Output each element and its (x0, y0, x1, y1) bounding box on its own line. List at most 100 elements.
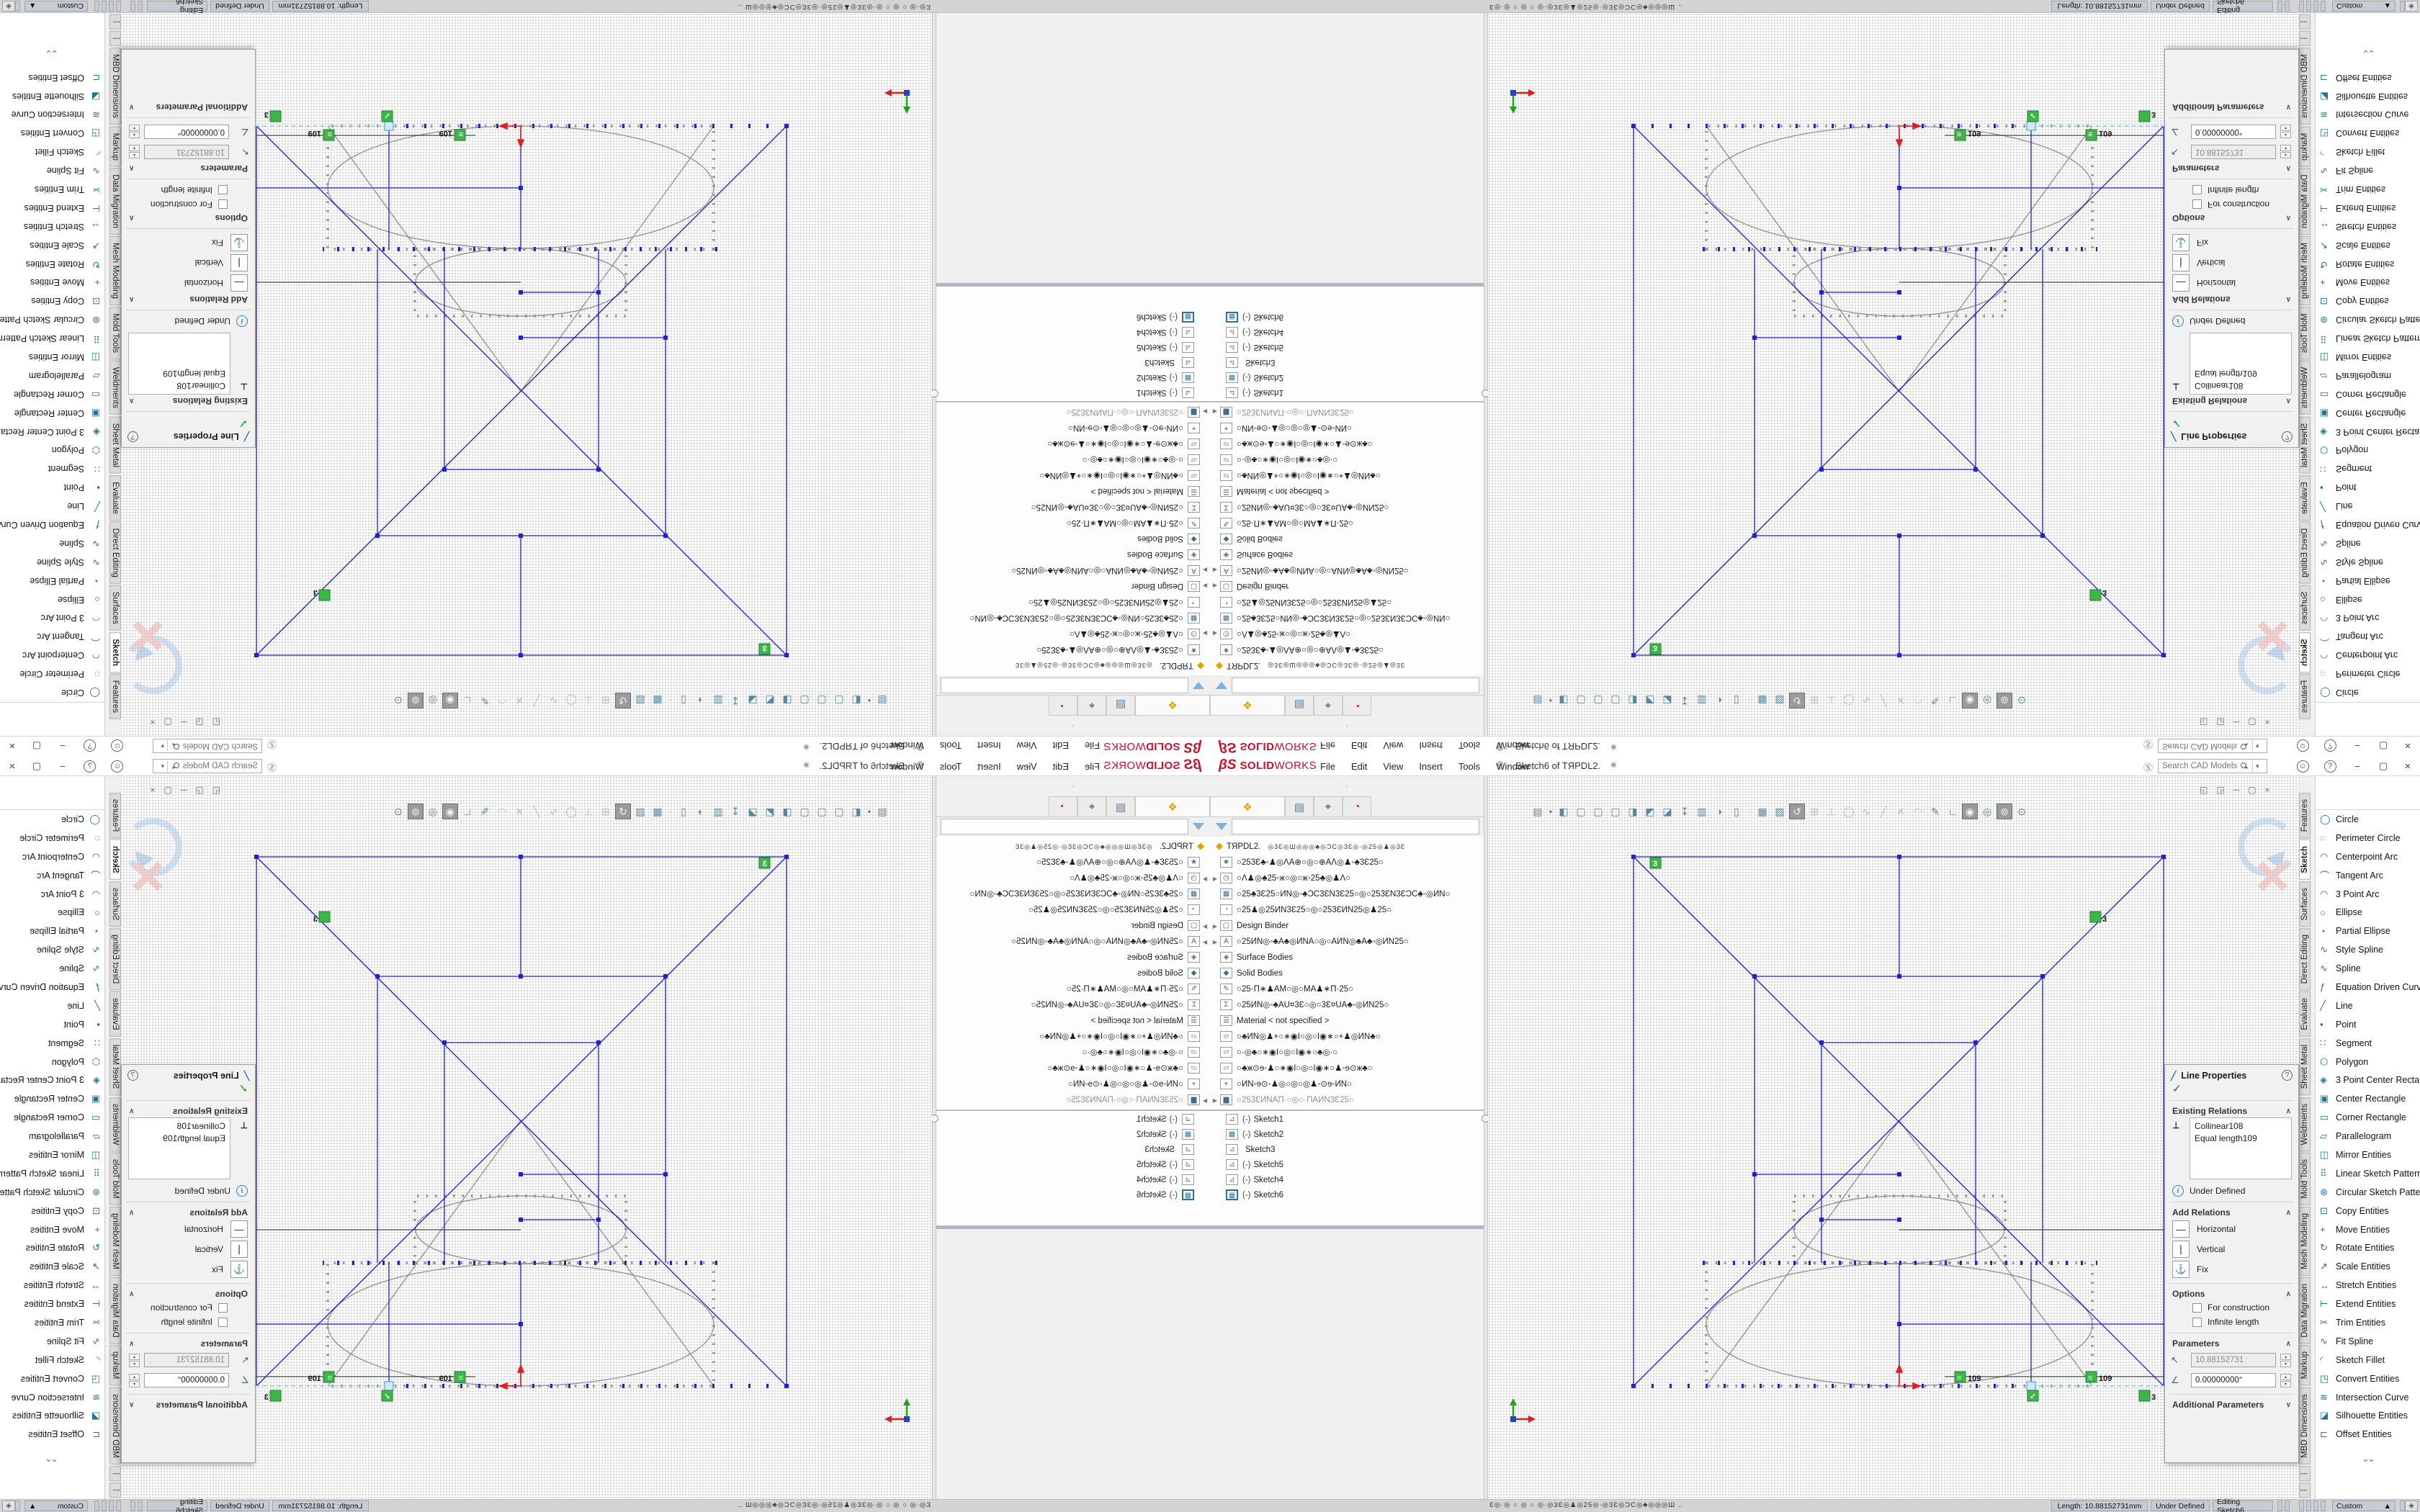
parameters-header[interactable]: Parameters∧ (122, 1337, 255, 1350)
tool-item[interactable]: ⬡ Polygon (2316, 1053, 2420, 1071)
tool-item[interactable]: ƒ Equation Driven Curve (0, 978, 104, 996)
relation-button-icon[interactable]: — (2172, 1220, 2190, 1238)
collapse-icon[interactable]: ∧ (2286, 215, 2291, 222)
tree-item[interactable]: ⌖○ИN◦ɘ⊙◦♟◎○◎○◎♟◦⊙ɘ◦ИN○ (1210, 1076, 1484, 1092)
checkbox[interactable] (218, 1318, 228, 1327)
relation-button-icon[interactable]: — (230, 1220, 248, 1238)
expand-arrow-icon[interactable]: ▶ (1210, 935, 1220, 950)
checkbox[interactable] (2192, 1303, 2202, 1313)
search-box[interactable]: ▾ (153, 739, 262, 753)
add-relations-header[interactable]: Add Relations∧ (122, 1206, 255, 1219)
feature-manager-tab[interactable]: ▤ (1285, 796, 1314, 816)
tree-item[interactable]: ◔○25♟◎25ИN3Ɛ25○◎○253ƐИN25◎♟25○ (1210, 902, 1484, 918)
tree-sketch-item[interactable]: ⊿(-)Sketch5 (1210, 339, 1484, 354)
expand-icon[interactable]: ∨ (2286, 104, 2291, 112)
menu-item[interactable]: Tools (932, 761, 969, 772)
expand-arrow-icon[interactable]: ▶ (1210, 562, 1220, 577)
checkbox[interactable] (2192, 1318, 2202, 1327)
tree-sketch-item[interactable]: ⊿(-)Sketch5 (1210, 1158, 1484, 1173)
menu-item[interactable]: View (1375, 741, 1411, 752)
tool-item[interactable]: ◠ Centerpoint Arc (0, 646, 104, 665)
tool-item[interactable]: ⊏ Offset Entities (2316, 68, 2420, 87)
solidworks-corner-icon[interactable]: ◈ (2, 1500, 15, 1511)
feature-manager-tab[interactable]: ❖ (1135, 696, 1210, 716)
tool-item[interactable]: ↔ Stretch Entities (0, 1276, 104, 1295)
tool-item[interactable]: ◜ Sketch Fillet (0, 1351, 104, 1369)
panel-help-icon[interactable]: ? (127, 1070, 138, 1081)
command-manager-tab[interactable]: Mesh Modeling (109, 236, 121, 305)
pin-icon[interactable]: ⚲ (916, 760, 923, 771)
panel-grip[interactable]: ◦ (936, 716, 1210, 736)
tree-item[interactable]: ◔○25♟◎25ИN3Ɛ25○◎○253ƐИN25◎♟25○ (936, 594, 1210, 610)
parameters-header[interactable]: Parameters∧ (122, 162, 255, 175)
tool-item[interactable]: ◈ 3 Point Center Recta... (0, 1071, 104, 1089)
command-manager-tab[interactable]: Mesh Modeling (2299, 1207, 2311, 1276)
tool-item[interactable]: ∿ Style Spline (0, 553, 104, 572)
command-manager-tab[interactable]: ⁞ (2299, 1482, 2311, 1498)
tool-item[interactable]: ◜ Sketch Fillet (0, 143, 104, 161)
search-dropdown-icon[interactable]: ▾ (161, 741, 168, 752)
command-manager-tab[interactable]: Direct Editing (109, 928, 121, 990)
collapse-icon[interactable]: ∧ (2286, 1107, 2291, 1115)
tool-item[interactable]: ⊢ Extend Entities (2316, 199, 2420, 217)
tool-item[interactable]: ○ Ellipse (0, 590, 104, 609)
feature-manager-tab[interactable]: ▤ (1106, 796, 1135, 816)
tree-item[interactable]: ▶▢Design Binder (936, 578, 1210, 594)
tree-sketch-item[interactable]: ▦(-)Sketch6 (1210, 1188, 1484, 1203)
filter-funnel-icon[interactable] (1216, 823, 1227, 830)
tool-item[interactable]: ⊏ Offset Entities (0, 1425, 104, 1444)
tool-item[interactable]: ◪ Silhouette Entities (0, 1407, 104, 1426)
close-button[interactable]: × (2397, 736, 2419, 756)
tree-item[interactable]: ☰Material < not specified > (1210, 1013, 1484, 1029)
tool-item[interactable]: ◠ Centerpoint Arc (2316, 847, 2420, 866)
tree-item[interactable]: ▱○♣ИN◎♟+○∗◉Ι○◎○Ι◉∗○+♟◎ИN♣○ (936, 467, 1210, 483)
tree-splitter[interactable] (1210, 283, 1484, 287)
tree-item[interactable]: ▶◷○Λ♟◎♣25◦ж○◎○ж◦25♣◎♟Λ○ (1210, 870, 1484, 886)
tree-root-item[interactable]: ◆TЯPDL2.◎3Ɛ◎Ш◎◎◎♣◎ƆC◎3Ɛ◎·◎25◎♟◎3Ɛ (1210, 657, 1484, 675)
relation-entry[interactable]: Equal length109 (133, 1133, 225, 1145)
tool-item[interactable]: ∿ Fit Spline (0, 161, 104, 180)
account-button[interactable]: ☺ (2292, 736, 2313, 756)
tool-item[interactable]: ⊡ Copy Entities (2316, 1202, 2420, 1220)
tool-item[interactable]: ⊡ Copy Entities (0, 292, 104, 310)
account-button[interactable]: ☺ (107, 736, 128, 756)
command-manager-tab[interactable]: Weldments (109, 361, 121, 415)
collapse-icon[interactable]: ∧ (2286, 1340, 2291, 1348)
tree-item[interactable]: ▦○25♣3Ɛ25○ИN◎◦♣ƆC3ƐN3Ɛ25○◎○253ƐN3ƐƆC♣◦◎И… (936, 610, 1210, 626)
filter-funnel-icon[interactable] (1193, 682, 1204, 689)
tool-item[interactable]: ▪ Point (0, 478, 104, 497)
relation-entry[interactable]: Collinear108 (133, 379, 225, 392)
feature-manager-tab[interactable]: ▤ (1106, 696, 1135, 716)
tree-filter-input[interactable] (1232, 819, 1479, 834)
search-icon[interactable] (2241, 742, 2248, 750)
tree-item[interactable]: ▶▆○253ƐИNАΠ·○◎○·ΠАИN3Ɛ25○ (1210, 404, 1484, 420)
expand-arrow-icon[interactable]: ▶ (1210, 578, 1220, 593)
tool-item[interactable]: ◫ Mirror Entities (0, 348, 104, 366)
tree-sketch-item[interactable]: ⊿(-)Sketch1 (936, 1112, 1210, 1128)
collapse-icon[interactable]: ∧ (129, 165, 134, 173)
command-manager-tab[interactable]: Features (2299, 793, 2311, 838)
tree-item[interactable]: ▶▆○253ƐИNАΠ·○◎○·ΠАИN3Ɛ25○ (936, 404, 1210, 420)
tool-item[interactable]: ◔ Partial Ellipse (2316, 572, 2420, 590)
add-relation-button[interactable]: ❘ Vertical (2165, 1239, 2298, 1259)
menu-item[interactable]: File (1312, 761, 1343, 772)
tool-item[interactable]: ↻ Rotate Entities (2316, 255, 2420, 274)
tree-sketch-item[interactable]: ⊿Sketch3 (1210, 1143, 1484, 1158)
tree-sketch-item[interactable]: ▦(-)Sketch6 (936, 1188, 1210, 1203)
tool-item[interactable]: ≋ Intersection Curve (0, 1388, 104, 1407)
feature-manager-tab[interactable]: ◔ (1049, 796, 1077, 816)
tool-item[interactable]: ∿ Spline (2316, 534, 2420, 553)
pin-icon[interactable]: ⚲ (1497, 760, 1504, 771)
command-manager-tab[interactable]: ⁞ (109, 14, 121, 30)
tool-item[interactable]: ⠿ Linear Sketch Pattern (2316, 329, 2420, 348)
options-header[interactable]: Options∧ (2165, 212, 2298, 225)
tree-item[interactable]: ▱○♣ж⊙ɘ◦♟○∗◉Ι○◎○Ι◉∗○♟◦ɘ⊙ж♣○ (1210, 436, 1484, 451)
command-manager-tab[interactable]: ⁞ (109, 1482, 121, 1498)
options-header[interactable]: Options∧ (122, 212, 255, 225)
add-relation-button[interactable]: — Horizontal (2165, 1219, 2298, 1239)
tool-item[interactable]: ◌ Perimeter Circle (2316, 829, 2420, 847)
expand-arrow-icon[interactable]: ▶ (1210, 626, 1220, 641)
tool-item[interactable]: ◯ Circle (0, 683, 104, 702)
command-manager-tab[interactable]: MBD Dimensions (2299, 1387, 2311, 1464)
tree-item[interactable]: ◔○25♟◎25ИN3Ɛ25○◎○253ƐИN25◎♟25○ (936, 902, 1210, 918)
